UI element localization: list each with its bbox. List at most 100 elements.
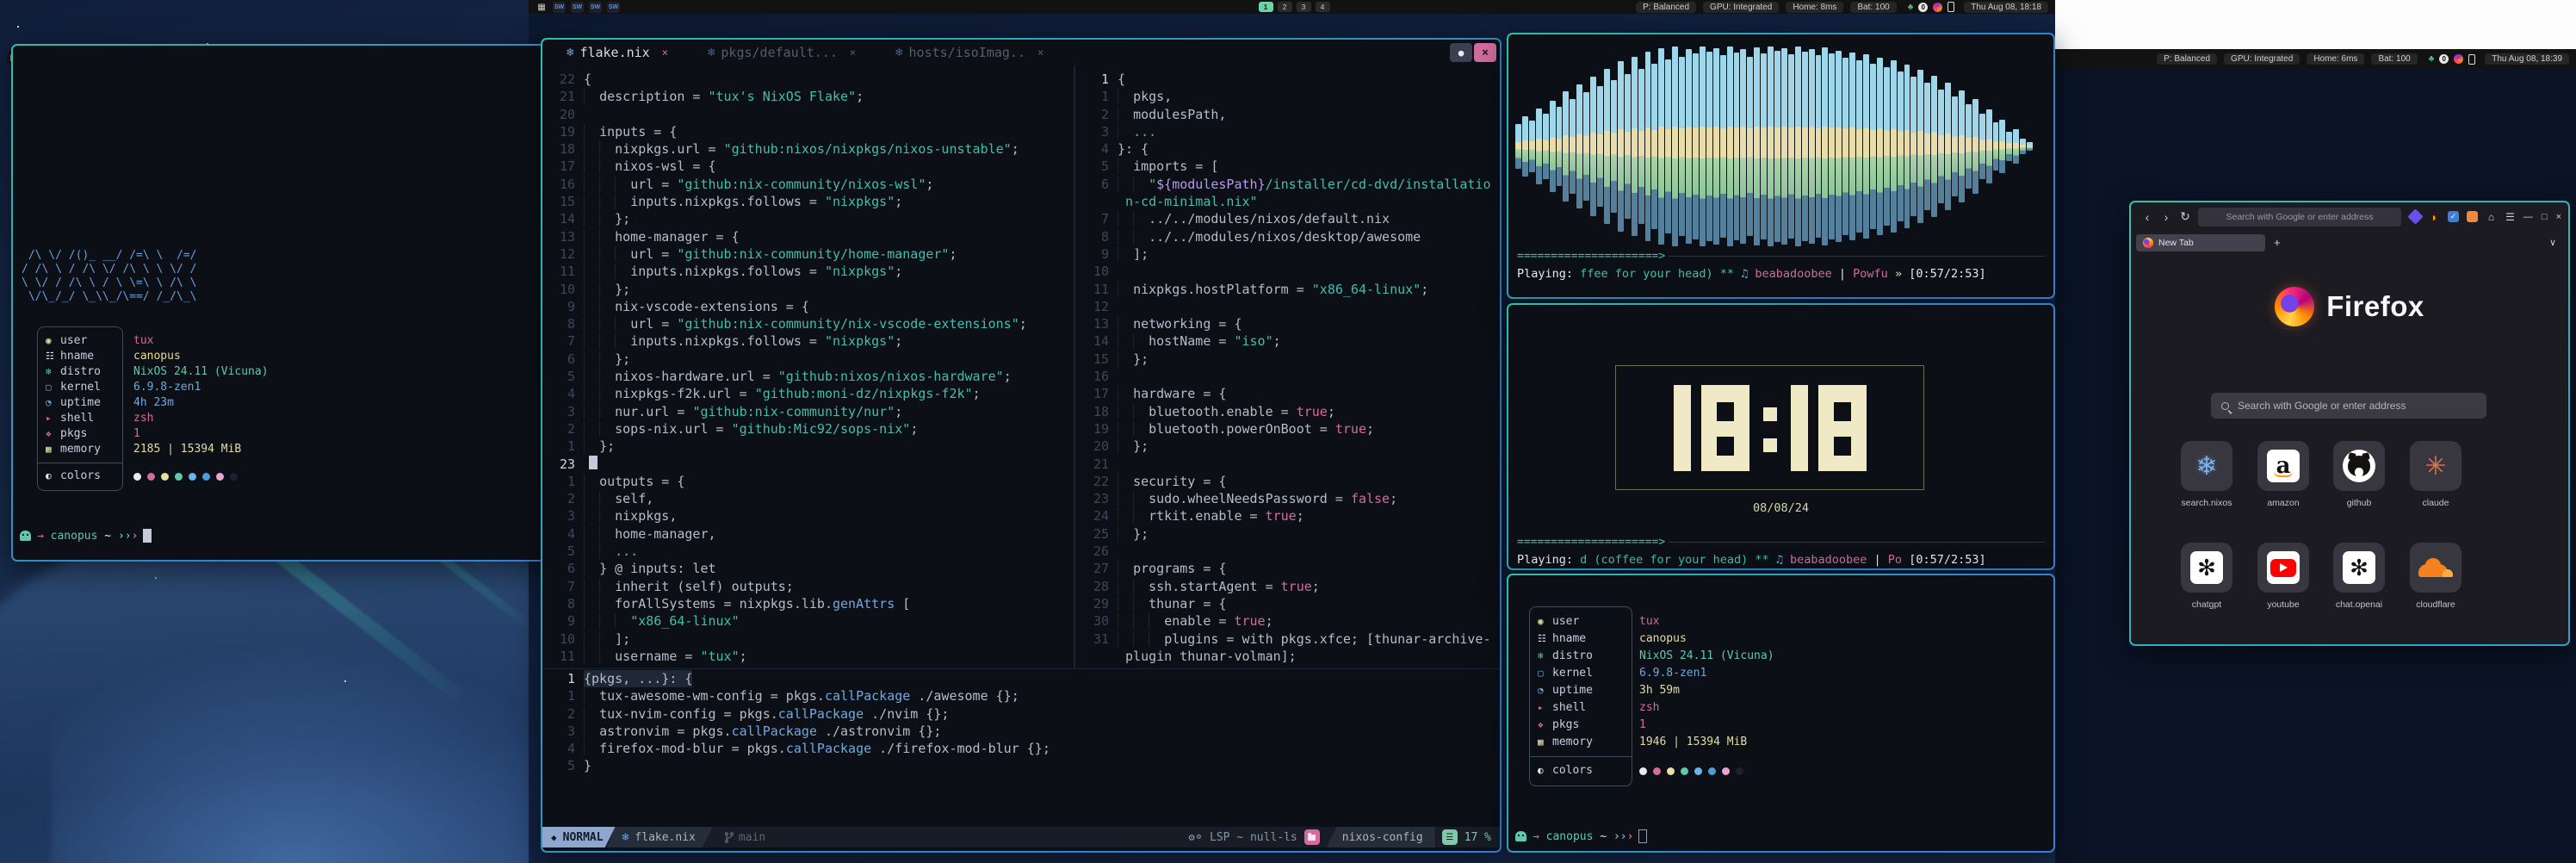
line-number: 25 (1076, 525, 1109, 543)
code-segment: bluetooth.powerOnBoot = (1149, 421, 1335, 437)
editor-pane-iso-image[interactable]: 1{1 pkgs,2 modulesPath,3 ...4}: {5 impor… (1076, 71, 1500, 665)
fetch-row-memory: ▦memory (1538, 734, 1632, 751)
close-buffer-icon[interactable]: × (1037, 47, 1043, 59)
buffer-tab-hosts-isoImag-[interactable]: ❄hosts/isoImag..× (895, 45, 1043, 60)
shell-prompt[interactable]: → canopus ~ ››› (1515, 829, 1647, 843)
shell-prompt[interactable]: → canopus ~ ››› (20, 529, 152, 543)
neovim-window[interactable]: ❄flake.nix× ❄pkgs/default...× ❄hosts/isoIm… (541, 38, 1502, 853)
home-icon[interactable]: ⌂ (2486, 211, 2497, 222)
taskbar-app-icon-3[interactable]: SW (589, 2, 602, 13)
speed-dial-chatgpt[interactable]: ✻chatgpt (2181, 543, 2232, 610)
status-pill[interactable]: Home: 6ms (2307, 53, 2364, 65)
cava-bar (1597, 86, 1603, 206)
vim-icon: ◆ (551, 832, 557, 843)
color-profile-icon[interactable] (1933, 3, 1942, 12)
workspace-4[interactable]: 4 (1316, 2, 1330, 12)
buffer-tab-pkgs-default-[interactable]: ❄pkgs/default...× (708, 45, 856, 60)
extension-icon-2[interactable]: ◗ (2429, 211, 2440, 222)
speed-dial-amazon[interactable]: aamazon (2257, 441, 2309, 508)
status-pill[interactable]: Bat: 100 (2371, 53, 2417, 65)
extension-icon-1[interactable] (2407, 208, 2423, 224)
mode-segment: ◆NORMAL (542, 827, 616, 847)
workspace-3[interactable]: 3 (1297, 2, 1311, 12)
editor-pane-pkgs-default[interactable]: 1{pkgs, ...}: {1 tux-awesome-wm-config =… (542, 670, 1498, 775)
workspace-2[interactable]: 2 (1278, 2, 1292, 12)
speed-dial-claude[interactable]: ✳claude (2410, 441, 2461, 508)
url-bar[interactable]: Search with Google or enter address (2198, 208, 2401, 227)
branch-label: main (739, 831, 765, 844)
firefox-window[interactable]: ‹ › ↻ Search with Google or enter addres… (2129, 201, 2570, 646)
line-text: forAllSystems = nixpkgs.lib.genAttrs [ (584, 595, 910, 612)
reload-button[interactable]: ↻ (2176, 209, 2195, 224)
buffer-tab-flake-nix[interactable]: ❄flake.nix× (567, 45, 668, 60)
prompt-arrow-icon: → (1533, 830, 1546, 843)
window-separator-horizontal[interactable] (542, 668, 1500, 669)
status-pill[interactable]: P: Balanced (2157, 53, 2217, 65)
maximize-button[interactable]: □ (2542, 212, 2548, 222)
menu-icon[interactable]: ☰ (2505, 211, 2516, 222)
tab-new-tab[interactable]: New Tab (2136, 234, 2265, 251)
window-separator-vertical[interactable] (1074, 65, 1075, 668)
taskbar-app-icon-1[interactable]: SW (553, 2, 566, 13)
user-icon: ◉ (46, 333, 60, 349)
code-segment: ; (895, 194, 902, 209)
speed-dial-chat-openai[interactable]: ✻chat.openai (2333, 543, 2385, 610)
fastfetch-terminal-window[interactable]: /\ \/ /()_ __/ /=\ \ /=/ / /\ \ / /\ \/ … (11, 44, 553, 562)
taskbar-app-icon-2[interactable]: SW (571, 2, 584, 13)
speed-dial-search-nixos[interactable]: ❄search.nixos (2181, 441, 2232, 508)
speed-dial-youtube[interactable]: youtube (2257, 543, 2309, 610)
status-pill[interactable]: GPU: Integrated (1703, 2, 1779, 13)
line-text: ../../modules/nixos/default.nix (1118, 210, 1390, 227)
line-number: 21 (1076, 456, 1109, 473)
speed-dial-cloudflare[interactable]: cloudflare (2410, 543, 2461, 610)
launcher-grid-icon[interactable]: ▦ (536, 2, 548, 12)
tab-list-chevron-icon[interactable]: ∨ (2549, 237, 2556, 248)
clock-terminal[interactable]: 08/08/24 =====================> Playing:… (1507, 303, 2055, 570)
line-text: firefox-mod-blur = pkgs.callPackage ./fi… (584, 740, 1050, 757)
extension-icon-4[interactable] (2467, 211, 2478, 222)
code-segment: firefox-mod-blur = pkgs. (599, 741, 786, 756)
tabline-toggle-button[interactable]: ● (1450, 43, 1472, 62)
music-visualizer-terminal[interactable]: =====================> Playing: ffee for… (1507, 33, 2055, 299)
status-pill[interactable]: Bat: 100 (1850, 2, 1896, 13)
extension-icon-3[interactable]: ✓ (2448, 211, 2459, 222)
search-input[interactable]: Search with Google or enter address (2211, 393, 2486, 419)
status-pill[interactable]: Home: 8ms (1786, 2, 1843, 13)
fastfetch-terminal-window-2[interactable]: ◉user☷hname❄distro▢kernel◔uptime▸shell❖p… (1507, 574, 2055, 853)
track-title: d (coffee for your head) ** (1580, 553, 1776, 567)
speed-dial-github[interactable]: github (2333, 441, 2385, 508)
network-icon[interactable]: ♣ (1908, 3, 1914, 12)
color-profile-icon[interactable] (2454, 54, 2463, 64)
terminal-color-dots (1639, 762, 1774, 779)
code-segment: sops-nix.url = (615, 421, 731, 437)
keyboard-layout-icon[interactable]: 0 (2439, 54, 2449, 64)
separator: | (1867, 553, 1887, 567)
network-icon[interactable]: ♣ (2429, 54, 2435, 64)
status-pill[interactable]: GPU: Integrated (2224, 53, 2300, 65)
taskbar-app-icon-4[interactable]: SW (607, 2, 620, 13)
minimize-button[interactable]: — (2523, 212, 2533, 222)
close-buffer-icon[interactable]: × (662, 47, 668, 59)
close-button[interactable]: × (2556, 212, 2561, 222)
workspace-1[interactable]: 1 (1259, 2, 1273, 12)
close-buffer-icon[interactable]: × (850, 47, 856, 59)
status-pill[interactable]: P: Balanced (1636, 2, 1696, 13)
tabline-close-button[interactable]: × (1474, 43, 1496, 62)
clock-pill[interactable]: Thu Aug 08, 18:39 (2485, 53, 2569, 65)
fetch-row-memory: ▦memory (46, 442, 122, 457)
code-segment: callPackage (778, 706, 864, 722)
code-segment: ; (1266, 613, 1273, 629)
code-segment: ; (740, 649, 747, 664)
phone-icon[interactable] (2468, 54, 2475, 65)
code-segment: plugins = with pkgs.xfce; [thunar-archiv… (1164, 631, 1490, 647)
clock-pill[interactable]: Thu Aug 08, 18:18 (1964, 2, 2048, 13)
keyboard-layout-icon[interactable]: 0 (1918, 3, 1928, 12)
fetch-label: hname (1552, 631, 1586, 647)
back-button[interactable]: ‹ (2138, 210, 2157, 224)
editor-pane-flake-nix[interactable]: 22{21 description = "tux's NixOS Flake";… (542, 71, 1074, 665)
forward-button[interactable]: › (2157, 210, 2176, 224)
phone-icon[interactable] (1947, 2, 1954, 12)
now-playing-line: Playing: d (coffee for your head) ** ♫ b… (1517, 553, 2045, 567)
new-tab-button[interactable]: + (2274, 236, 2281, 249)
track-progress-line: =====================> (1517, 536, 2045, 549)
